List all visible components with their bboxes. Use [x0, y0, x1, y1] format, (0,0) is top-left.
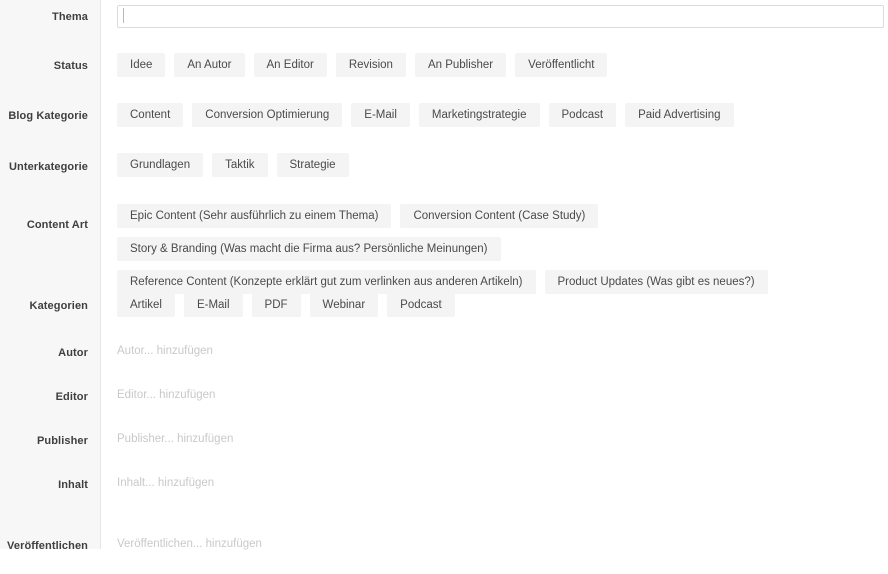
tag-option[interactable]: Strategie [276, 153, 349, 177]
field-row-unterkategorie: Unterkategorie Grundlagen Taktik Strateg… [0, 144, 888, 195]
field-label-thema: Thema [52, 11, 88, 23]
field-label-publisher: Publisher [36, 435, 88, 447]
inhalt-add-placeholder[interactable]: Inhalt... hinzufügen [117, 466, 883, 489]
tag-option[interactable]: E-Mail [183, 293, 243, 317]
tag-option[interactable]: Grundlagen [117, 153, 204, 177]
tag-option[interactable]: Story & Branding (Was macht die Firma au… [117, 237, 501, 261]
tag-list-kategorien: Artikel E-Mail PDF Webinar Podcast [117, 284, 879, 317]
tag-option[interactable]: An Autor [174, 53, 245, 77]
field-control-autor: Autor... hinzufügen [101, 334, 888, 357]
field-row-thema: Thema [0, 0, 888, 44]
tag-option[interactable]: Content [117, 103, 184, 127]
tag-list-content-art: Epic Content (Sehr ausführlich zu einem … [117, 195, 879, 294]
tag-option[interactable]: Webinar [309, 293, 379, 317]
tag-option[interactable]: PDF [251, 293, 301, 317]
field-label-status: Status [53, 60, 88, 72]
field-row-autor: Autor Autor... hinzufügen [0, 334, 888, 378]
field-label-unterkategorie: Unterkategorie [8, 161, 88, 173]
tag-option[interactable]: Podcast [548, 103, 617, 127]
field-row-inhalt: Inhalt Inhalt... hinzufügen [0, 466, 888, 514]
field-label-blog-kategorie: Blog Kategorie [8, 110, 88, 122]
field-control-inhalt: Inhalt... hinzufügen [101, 466, 888, 489]
field-control-content-art: Epic Content (Sehr ausführlich zu einem … [101, 195, 888, 294]
tag-option[interactable]: Epic Content (Sehr ausführlich zu einem … [117, 204, 392, 228]
tag-option[interactable]: Marketingstrategie [418, 103, 540, 127]
tag-option[interactable]: Idee [117, 53, 166, 77]
field-control-veroeffentlichen: Veröffentlichen... hinzufügen [101, 514, 888, 550]
text-caret [123, 8, 124, 23]
field-label-autor: Autor [58, 347, 88, 359]
publisher-add-placeholder[interactable]: Publisher... hinzufügen [117, 422, 883, 445]
thema-input[interactable] [117, 5, 884, 28]
tag-option[interactable]: An Editor [253, 53, 327, 77]
form-rows: Thema Status Idee An Autor An Editor Rev… [0, 0, 888, 574]
field-row-veroeffentlichen: Veröffentlichen Veröffentlichen... hinzu… [0, 514, 888, 574]
field-control-thema [101, 0, 888, 28]
tag-option[interactable]: Taktik [212, 153, 268, 177]
field-row-blog-kategorie: Blog Kategorie Content Conversion Optimi… [0, 94, 888, 144]
veroeffentlichen-add-placeholder[interactable]: Veröffentlichen... hinzufügen [117, 514, 883, 550]
field-row-kategorien: Kategorien Artikel E-Mail PDF Webinar Po… [0, 284, 888, 334]
tag-option[interactable]: E-Mail [351, 103, 410, 127]
tag-list-status: Idee An Autor An Editor Revision An Publ… [117, 44, 879, 77]
field-row-status: Status Idee An Autor An Editor Revision … [0, 44, 888, 94]
autor-add-placeholder[interactable]: Autor... hinzufügen [117, 334, 883, 357]
field-label-kategorien: Kategorien [29, 300, 88, 312]
field-label-editor: Editor [55, 391, 88, 403]
field-control-publisher: Publisher... hinzufügen [101, 422, 888, 445]
tag-option[interactable]: Conversion Content (Case Study) [400, 204, 599, 228]
tag-list-blog-kategorie: Content Conversion Optimierung E-Mail Ma… [117, 94, 879, 127]
tag-option[interactable]: Artikel [117, 293, 175, 317]
field-control-unterkategorie: Grundlagen Taktik Strategie [101, 144, 888, 177]
field-control-editor: Editor... hinzufügen [101, 378, 888, 401]
field-control-kategorien: Artikel E-Mail PDF Webinar Podcast [101, 284, 888, 317]
field-label-content-art: Content Art [26, 219, 88, 231]
tag-option[interactable]: Conversion Optimierung [192, 103, 343, 127]
editor-add-placeholder[interactable]: Editor... hinzufügen [117, 378, 883, 401]
tag-option[interactable]: An Publisher [414, 53, 507, 77]
field-label-veroeffentlichen: Veröffentlichen [7, 540, 88, 552]
field-control-status: Idee An Autor An Editor Revision An Publ… [101, 44, 888, 77]
field-row-editor: Editor Editor... hinzufügen [0, 378, 888, 422]
tag-option[interactable]: Revision [335, 53, 406, 77]
field-label-inhalt: Inhalt [58, 479, 88, 491]
tag-option[interactable]: Podcast [387, 293, 455, 317]
tag-list-unterkategorie: Grundlagen Taktik Strategie [117, 144, 879, 177]
field-row-content-art: Content Art Epic Content (Sehr ausführli… [0, 195, 888, 294]
tag-option[interactable]: Veröffentlicht [515, 53, 608, 77]
field-row-publisher: Publisher Publisher... hinzufügen [0, 422, 888, 466]
tag-option[interactable]: Paid Advertising [625, 103, 734, 127]
field-control-blog-kategorie: Content Conversion Optimierung E-Mail Ma… [101, 94, 888, 127]
property-form-panel: Thema Status Idee An Autor An Editor Rev… [0, 0, 888, 552]
